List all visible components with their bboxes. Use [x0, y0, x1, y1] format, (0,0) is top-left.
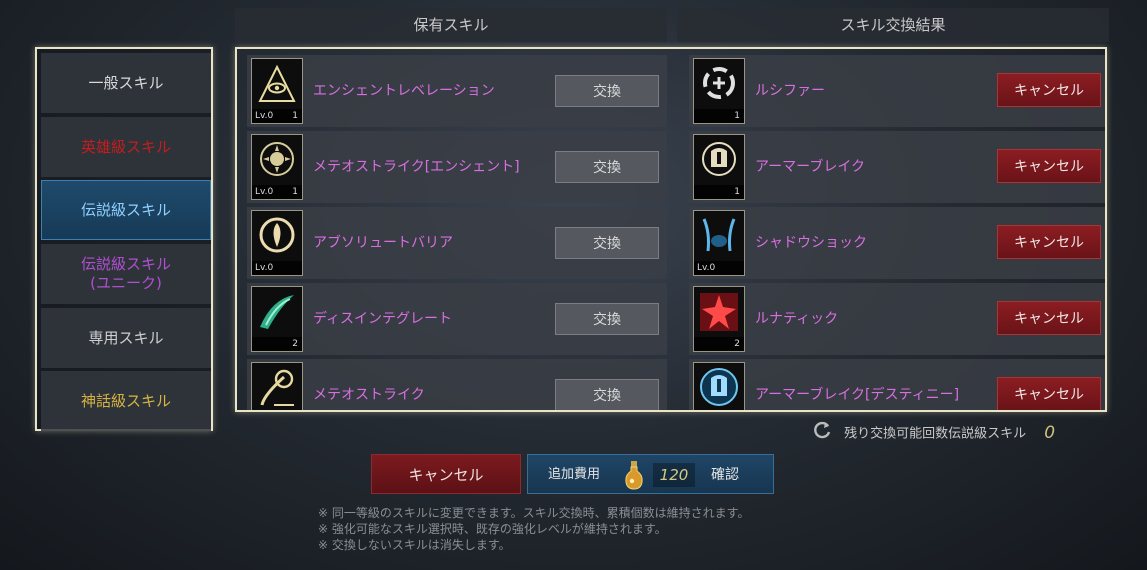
category-label: 神話級スキル	[80, 391, 171, 410]
skill-icon-frame: Lv.0	[251, 210, 303, 276]
skill-icon-meta: 2	[252, 337, 302, 351]
skill-count: 1	[734, 187, 740, 197]
category-label: 英雄級スキル	[80, 137, 171, 156]
category-exclusive[interactable]: 専用スキル	[41, 308, 211, 368]
skill-count: 1	[292, 111, 298, 121]
remaining-value: 0	[1044, 422, 1056, 443]
skill-name: ルシファー	[755, 83, 825, 99]
skill-icon-frame: 2	[693, 286, 745, 352]
remaining-label: 残り交換可能回数伝説級スキル	[844, 426, 1027, 442]
skill-icon-frame: 2	[251, 286, 303, 352]
category-legendary[interactable]: 伝説級スキル	[41, 180, 211, 240]
refresh-icon	[812, 420, 832, 448]
skill-icon-frame	[251, 362, 303, 410]
skill-name: シャドウショック	[755, 235, 867, 251]
skill-exchange-panel: Lv.0 1 エンシェントレベレーション 交換 Lv.0 1 メテオストライク[エンシェント…	[235, 47, 1107, 412]
skill-icon-meta: Lv.0	[252, 261, 302, 275]
skill-icon-frame: Lv.0 1	[251, 134, 303, 200]
skill-level: Lv.0	[697, 263, 716, 273]
category-label: 伝説級スキル (ユニーク)	[80, 255, 171, 292]
skill-icon-frame: 1	[693, 58, 745, 124]
cancel-button[interactable]: キャンセル	[371, 454, 521, 494]
category-mythic[interactable]: 神話級スキル	[41, 371, 211, 431]
owned-skill-row: 2 ディスインテグレート 交換	[247, 283, 667, 355]
cancel-exchange-button[interactable]: キャンセル	[997, 149, 1101, 183]
skill-icon-meta: 1	[694, 109, 744, 123]
skill-icon-meta: 2	[694, 337, 744, 351]
skill-icon-frame	[693, 362, 745, 410]
skill-category-sidebar: 一般スキル 英雄級スキル 伝説級スキル 伝説級スキル (ユニーク) 専用スキル …	[35, 47, 213, 431]
note-line: ※ 同一等級のスキルに変更できます。スキル交換時、累積個数は維持されます。	[318, 506, 750, 520]
result-skill-row: 1 ルシファー キャンセル	[689, 55, 1105, 127]
confirm-label: 確認	[711, 467, 739, 483]
remaining-exchanges: 残り交換可能回数伝説級スキル 0	[812, 420, 1056, 443]
category-label: 一般スキル	[88, 73, 164, 92]
owned-skill-row: Lv.0 アブソリュートバリア 交換	[247, 207, 667, 279]
additional-cost-label: 追加費用	[548, 467, 601, 482]
additional-cost-value: 120	[653, 463, 695, 487]
skill-count: 2	[734, 339, 740, 349]
exchange-button[interactable]: 交換	[555, 379, 659, 410]
skill-icon-frame: 1	[693, 134, 745, 200]
note-line: ※ 強化可能なスキル選択時、既存の強化レベルが維持されます。	[318, 522, 667, 536]
category-label: 伝説級スキル	[80, 200, 171, 219]
skill-icon-meta: Lv.0	[694, 261, 744, 275]
skill-icon-meta: Lv.0 1	[252, 185, 302, 199]
category-legendary-unique[interactable]: 伝説級スキル (ユニーク)	[41, 244, 211, 304]
skill-name: エンシェントレベレーション	[313, 83, 495, 99]
skill-level: Lv.0	[255, 187, 274, 197]
confirm-button[interactable]: 追加費用 120 確認	[527, 454, 774, 494]
category-label: 専用スキル	[88, 328, 164, 347]
owned-skills-header: 保有スキル	[235, 8, 667, 42]
skill-name: アーマーブレイク	[755, 159, 866, 175]
skill-name: ディスインテグレート	[313, 311, 453, 327]
cancel-exchange-button[interactable]: キャンセル	[997, 301, 1101, 335]
skill-name: ルナティック	[755, 311, 839, 327]
owned-skill-row: Lv.0 1 エンシェントレベレーション 交換	[247, 55, 667, 127]
category-general[interactable]: 一般スキル	[41, 53, 211, 113]
owned-skill-row: メテオストライク 交換	[247, 359, 667, 410]
cancel-exchange-button[interactable]: キャンセル	[997, 377, 1101, 410]
skill-count: 1	[292, 187, 298, 197]
skill-icon-meta: Lv.0 1	[252, 109, 302, 123]
exchange-button[interactable]: 交換	[555, 303, 659, 335]
skill-level: Lv.0	[255, 111, 274, 121]
skill-level: Lv.0	[255, 263, 274, 273]
owned-skill-row: Lv.0 1 メテオストライク[エンシェント] 交換	[247, 131, 667, 203]
result-skill-row: 1 アーマーブレイク キャンセル	[689, 131, 1105, 203]
result-skill-row: Lv.0 シャドウショック キャンセル	[689, 207, 1105, 279]
category-hero[interactable]: 英雄級スキル	[41, 117, 211, 177]
skill-name: メテオストライク[エンシェント]	[313, 159, 520, 175]
note-line: ※ 交換しないスキルは消失します。	[318, 538, 511, 552]
potion-icon	[623, 460, 645, 494]
exchange-button[interactable]: 交換	[555, 75, 659, 107]
notes: ※ 同一等級のスキルに変更できます。スキル交換時、累積個数は維持されます。 ※ …	[318, 505, 749, 553]
exchange-button[interactable]: 交換	[555, 227, 659, 259]
result-skill-row: 2 ルナティック キャンセル	[689, 283, 1105, 355]
result-skill-row: アーマーブレイク[デスティニー] キャンセル	[689, 359, 1105, 410]
cancel-exchange-button[interactable]: キャンセル	[997, 225, 1101, 259]
skill-icon-meta: 1	[694, 185, 744, 199]
skill-icon-frame: Lv.0 1	[251, 58, 303, 124]
exchange-button[interactable]: 交換	[555, 151, 659, 183]
exchange-result-header: スキル交換結果	[677, 8, 1109, 42]
cancel-exchange-button[interactable]: キャンセル	[997, 73, 1101, 107]
skill-name: アブソリュートバリア	[313, 235, 453, 251]
skill-icon-frame: Lv.0	[693, 210, 745, 276]
skill-count: 1	[734, 111, 740, 121]
skill-count: 2	[292, 339, 298, 349]
skill-name: メテオストライク	[313, 387, 425, 403]
skill-name: アーマーブレイク[デスティニー]	[755, 387, 960, 403]
